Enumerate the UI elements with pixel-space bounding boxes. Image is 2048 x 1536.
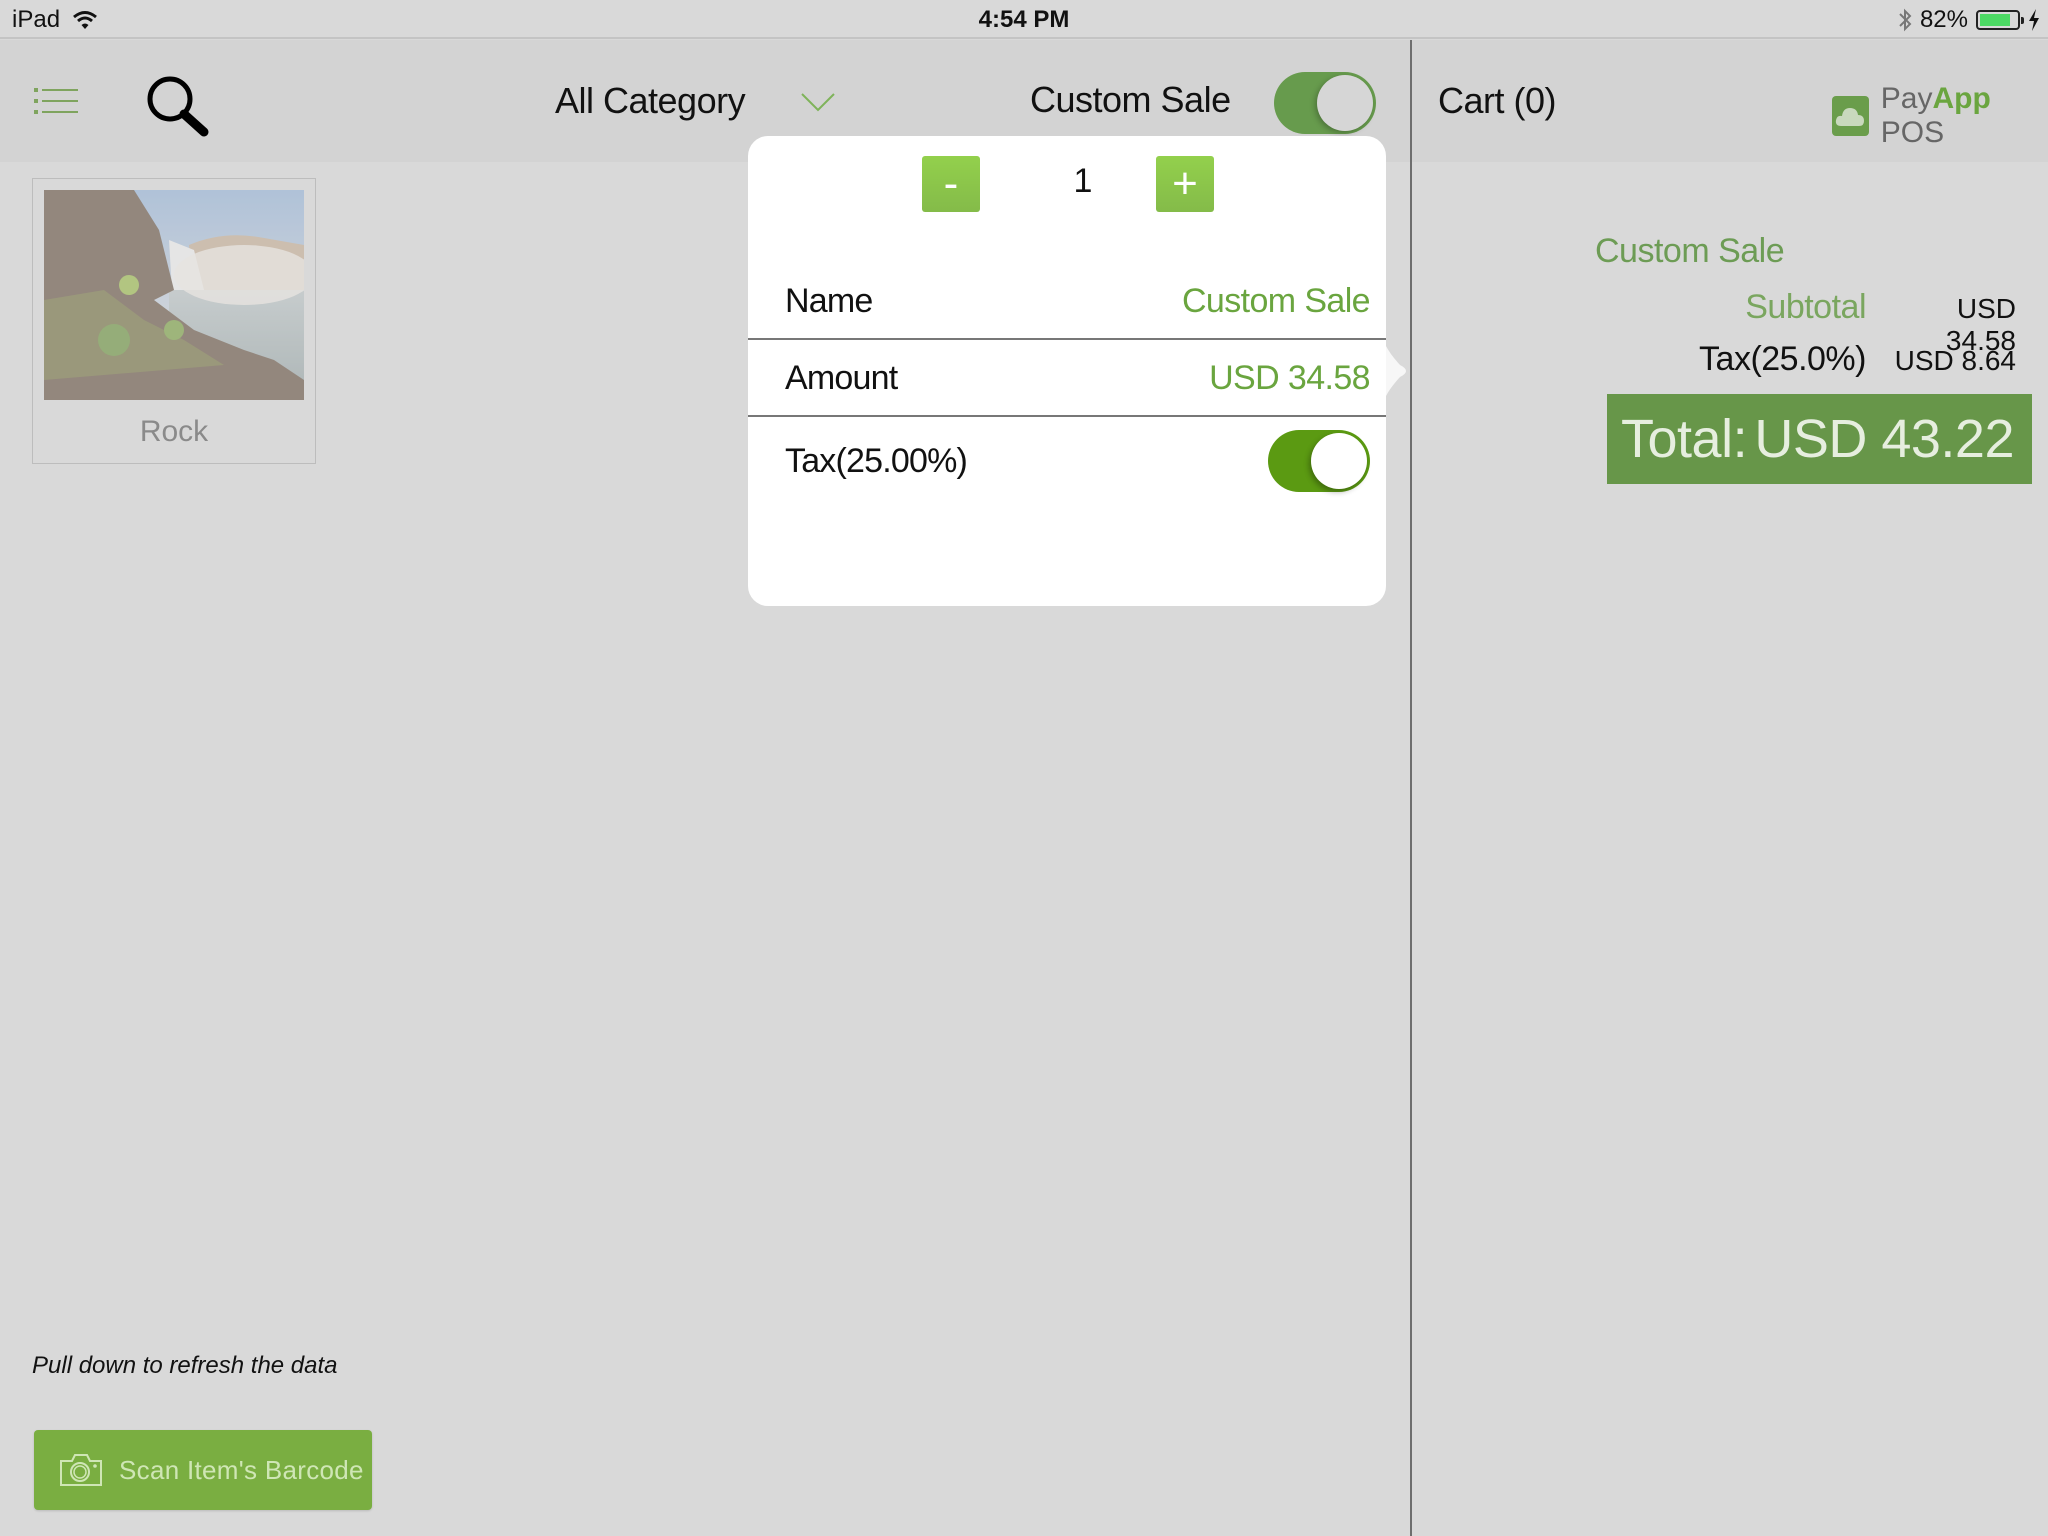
cart-title: Cart (0) — [1438, 80, 1557, 121]
waterfall-landscape-image — [44, 190, 304, 400]
tax-value: USD 8.64 — [1894, 345, 2016, 376]
decrease-quantity-button[interactable]: - — [922, 156, 980, 212]
status-time: 4:54 PM — [978, 6, 1070, 33]
tax-label: Tax(25.0%) — [1699, 340, 1866, 378]
product-card[interactable]: Rock — [32, 178, 316, 464]
logo-pay: Pay — [1880, 82, 1933, 115]
cart-header: Cart (0) PayApp POS — [1412, 40, 2048, 162]
list-menu-icon — [34, 88, 78, 114]
total-box[interactable]: Total: USD 43.22 — [1607, 394, 2032, 484]
battery-percent: 82% — [1919, 6, 1968, 33]
category-dropdown[interactable]: All Category — [555, 80, 746, 122]
status-right: 82% — [1898, 6, 2040, 34]
toggle-knob — [1311, 433, 1367, 489]
panel-divider — [1410, 40, 1412, 1536]
tax-row: Tax(25.0%) USD 8.64 — [1699, 340, 2016, 379]
cart-item-name[interactable]: Custom Sale — [1595, 232, 1785, 271]
product-image — [44, 190, 304, 400]
name-label: Name — [785, 281, 873, 320]
charging-icon — [2029, 9, 2039, 31]
total-value: USD 43.22 — [1754, 409, 2014, 469]
payapp-logo: PayApp POS — [1832, 82, 2048, 150]
product-name: Rock — [139, 415, 209, 448]
search-icon — [147, 76, 209, 137]
battery-fill — [1980, 14, 2010, 26]
increase-quantity-button[interactable]: + — [1156, 156, 1214, 212]
toggle-knob — [1317, 75, 1373, 131]
tax-rate-label: Tax(25.00%) — [785, 441, 968, 480]
scan-barcode-label: Scan Item's Barcode — [119, 1454, 364, 1485]
tax-toggle[interactable] — [1268, 430, 1370, 492]
quantity-value: 1 — [1073, 162, 1093, 200]
amount-field[interactable]: USD 34.58 — [1209, 359, 1371, 398]
camera-icon — [60, 1454, 102, 1486]
logo-pos: POS — [1880, 116, 1945, 149]
search-button[interactable] — [144, 74, 210, 138]
battery-icon — [1976, 10, 2024, 30]
logo-app: App — [1932, 82, 1991, 115]
custom-sale-label: Custom Sale — [1030, 79, 1231, 120]
name-row[interactable]: Name Custom Sale — [748, 264, 1386, 340]
amount-label: Amount — [785, 358, 898, 397]
menu-button[interactable] — [34, 88, 80, 118]
total-label: Total: — [1621, 409, 1748, 469]
subtotal-label: Subtotal — [1745, 288, 1866, 326]
popover-arrow — [1386, 346, 1406, 396]
scan-barcode-button[interactable]: Scan Item's Barcode — [34, 1430, 372, 1510]
custom-sale-toggle[interactable] — [1274, 72, 1376, 134]
custom-sale-popover: - 1 + Name Custom Sale Amount USD 34.58 … — [748, 136, 1386, 606]
tax-toggle-row: Tax(25.00%) — [748, 419, 1386, 503]
amount-row[interactable]: Amount USD 34.58 — [748, 341, 1386, 417]
name-field[interactable]: Custom Sale — [1182, 282, 1371, 321]
cloud-icon — [1832, 96, 1869, 136]
chevron-down-icon[interactable] — [800, 92, 836, 112]
bluetooth-icon — [1899, 8, 1912, 32]
status-bar: iPad 4:54 PM 82% — [0, 0, 2048, 39]
refresh-hint: Pull down to refresh the data — [32, 1352, 338, 1379]
